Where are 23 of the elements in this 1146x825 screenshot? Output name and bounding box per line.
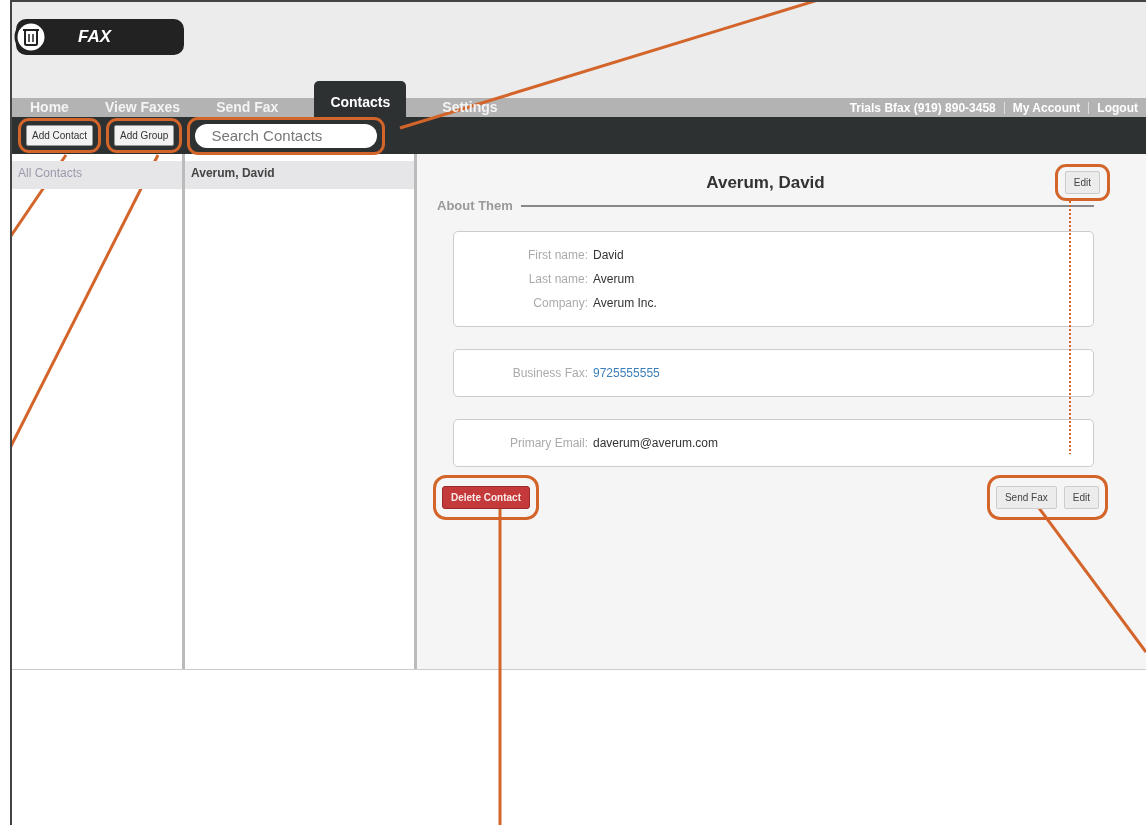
- contact-name: Averum, David: [706, 173, 825, 193]
- add-button[interactable]: Add Group: [114, 125, 175, 146]
- section-heading: About Them: [437, 198, 513, 213]
- edit-button[interactable]: Edit: [1064, 171, 1100, 194]
- field-label: First name:: [527, 248, 589, 262]
- field-label: Business Fax:: [511, 366, 589, 380]
- action-button[interactable]: Edit: [1063, 486, 1099, 509]
- fax-number-link[interactable]: 9725555555: [593, 366, 660, 380]
- field-value: Averum: [593, 272, 635, 286]
- field-label: Primary Email:: [509, 436, 589, 450]
- account-info: Trials Bfax (919) 890-3458: [849, 100, 997, 115]
- field-value: Averum Inc.: [593, 296, 657, 310]
- nav-tab[interactable]: Contacts: [314, 81, 407, 117]
- search-field[interactable]: Search Contacts: [195, 123, 378, 148]
- field-label: Last name:: [527, 272, 589, 286]
- field-value: David: [593, 248, 624, 262]
- contact-item[interactable]: Averum, David: [185, 161, 414, 189]
- field-label: Company:: [532, 296, 589, 310]
- logo-text: FAX: [78, 27, 112, 47]
- add-button[interactable]: Add Contact: [26, 125, 94, 146]
- field-value: daverum@averum.com: [593, 436, 718, 450]
- delete-button[interactable]: Delete Contact: [442, 486, 530, 509]
- action-button[interactable]: Send Fax: [995, 486, 1057, 509]
